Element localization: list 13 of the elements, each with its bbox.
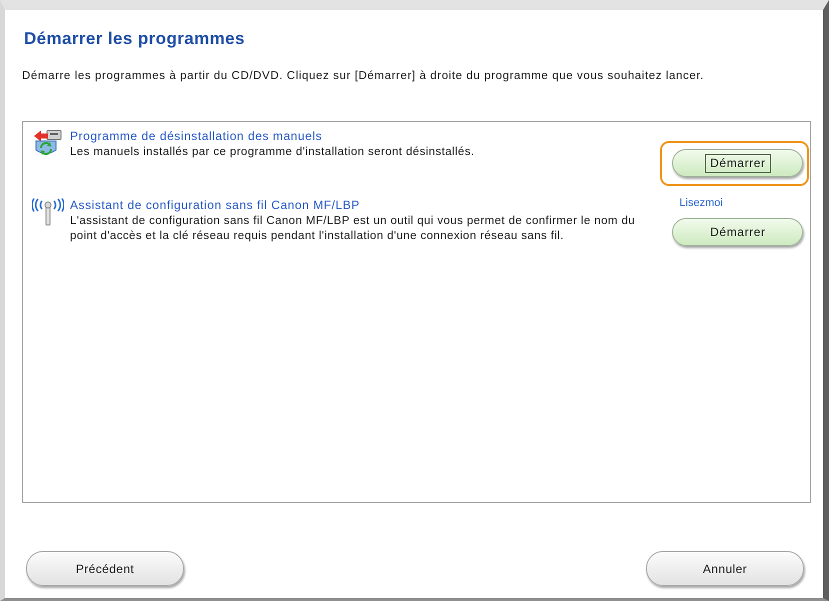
- program-title: Assistant de configuration sans fil Canon MF/LBP: [70, 198, 361, 214]
- start-button[interactable]: Démarrer: [672, 149, 804, 177]
- box-arrows-icon: [32, 129, 64, 157]
- cancel-button[interactable]: Annuler: [646, 551, 804, 586]
- instructions-text: Démarre les programmes à partir du CD/DVD. Cliquez sur [Démarrer] à droite du programme que vous souhaitez lancer.: [22, 69, 705, 83]
- page-title: Démarrer les programmes: [24, 28, 246, 49]
- start-button[interactable]: Démarrer: [672, 218, 804, 246]
- previous-button[interactable]: Précédent: [26, 551, 184, 586]
- program-description: L'assistant de configuration sans fil Canon MF/LBP est un outil qui vous permet de confirmer le nom du point d'accès et la clé réseau requis pendant l'installation d'une connexion réseau sans fil.: [70, 214, 636, 244]
- readme-link[interactable]: Lisezmoi: [679, 197, 723, 210]
- program-title: Programme de désinstallation des manuels: [70, 129, 324, 144]
- antenna-icon: [32, 198, 64, 226]
- program-description: Les manuels installés par ce programme d'installation seront désinstallés.: [70, 144, 476, 160]
